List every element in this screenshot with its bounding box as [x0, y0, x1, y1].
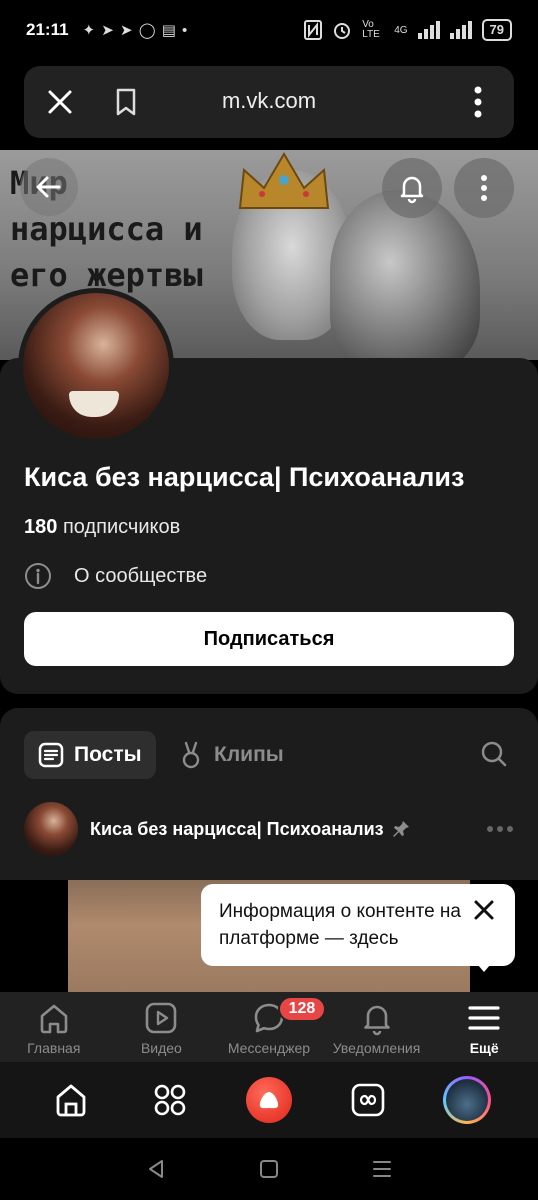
status-bar: 21:11 ✦ ➤ ➤ ◯ ▤ • Vo LTE 4G 79 [0, 0, 538, 60]
menu-icon [468, 1006, 500, 1030]
tabs-icon [351, 1083, 385, 1117]
nav-home[interactable]: Главная [0, 992, 108, 1062]
nav-notifications-label: Уведомления [332, 1040, 421, 1056]
back-button[interactable] [20, 158, 78, 216]
nav-video-label: Видео [140, 1040, 182, 1056]
nav-more[interactable]: Ещё [430, 992, 538, 1062]
more-vertical-icon [481, 175, 487, 201]
browser-bottom-bar [0, 1062, 538, 1138]
subscribe-button[interactable]: Подписаться [24, 612, 514, 666]
alice-button[interactable] [245, 1076, 293, 1124]
notifications-toggle-button[interactable] [382, 158, 442, 218]
tab-posts-label: Посты [74, 743, 142, 766]
url-field[interactable]: m.vk.com [174, 88, 364, 114]
crown-icon [238, 152, 330, 209]
network-type-label: 4G [394, 24, 408, 36]
system-nav-bar [0, 1138, 538, 1200]
bell-icon [363, 1005, 390, 1036]
nav-more-label: Ещё [469, 1040, 499, 1056]
home-icon [56, 1084, 86, 1117]
tab-clips-label: Клипы [214, 743, 284, 766]
tab-clips[interactable]: Клипы [178, 731, 284, 779]
community-avatar[interactable] [18, 288, 174, 444]
services-button[interactable] [146, 1076, 194, 1124]
profile-button[interactable] [442, 1076, 491, 1124]
battery-indicator: 79 [481, 19, 512, 41]
browser-toolbar: m.vk.com [24, 66, 514, 138]
content-info-tooltip: Информация о контенте на платформе — зде… [201, 884, 515, 966]
nav-messenger[interactable]: Мессенджер 128 [215, 992, 327, 1062]
grid-icon [154, 1084, 186, 1116]
teacup-shape [69, 391, 119, 417]
post-author-avatar[interactable] [24, 802, 78, 856]
profile-avatar [442, 1076, 491, 1124]
about-label: О сообществе [74, 564, 208, 587]
subscribers-number: 180 [24, 516, 58, 538]
tab-posts[interactable]: Посты [24, 731, 156, 779]
bookmark-icon[interactable] [110, 86, 142, 118]
tabs-button[interactable] [344, 1076, 392, 1124]
community-more-button[interactable] [454, 158, 514, 218]
posts-icon [38, 742, 64, 768]
subscribers-count[interactable]: 180 подписчиков [24, 516, 180, 539]
unread-badge: 128 [277, 996, 327, 1022]
arrow-left-icon [36, 176, 61, 198]
post-header: Киса без нарцисса| Психоанализ [24, 802, 514, 856]
about-community-link[interactable]: О сообществе [24, 562, 207, 590]
more-vertical-icon[interactable] [462, 84, 494, 120]
post-author-name[interactable]: Киса без нарцисса| Психоанализ [90, 819, 384, 840]
vk-bottom-nav: Главная Видео Мессенджер 128 Уведомления… [0, 992, 538, 1062]
nav-notifications[interactable]: Уведомления [323, 992, 431, 1062]
home-icon [40, 1004, 68, 1034]
nav-video[interactable]: Видео [108, 992, 216, 1062]
volte-label: Vo LTE [362, 19, 380, 40]
recents-icon[interactable] [371, 1158, 393, 1180]
video-icon [146, 1002, 177, 1034]
more-horizontal-icon[interactable] [486, 824, 514, 834]
search-icon[interactable] [480, 740, 508, 768]
close-icon[interactable] [472, 898, 496, 922]
close-icon[interactable] [44, 86, 76, 118]
nav-messenger-label: Мессенджер [227, 1040, 311, 1056]
nfc-icon [304, 20, 323, 40]
pin-icon [392, 821, 409, 837]
tooltip-tail [472, 958, 496, 972]
status-right: Vo LTE 4G 79 [304, 19, 512, 41]
signal-icon [417, 21, 440, 39]
alice-icon [245, 1077, 292, 1123]
avatar-image [23, 293, 169, 439]
info-icon [25, 563, 51, 589]
alarm-icon [334, 23, 351, 39]
status-time: 21:11 [26, 20, 69, 39]
nav-home-label: Главная [27, 1040, 81, 1056]
bell-icon [400, 176, 424, 204]
tooltip-text: Информация о контенте на платформе — зде… [219, 901, 461, 949]
home-square-icon[interactable] [258, 1158, 280, 1180]
signal-icon-2 [449, 21, 472, 39]
clips-icon [182, 741, 200, 769]
community-name: Киса без нарцисса| Психоанализ [24, 462, 465, 492]
back-icon[interactable] [145, 1158, 167, 1180]
subscribers-label: подписчиков [62, 516, 181, 538]
notification-icons: ✦ ➤ ➤ ◯ ▤ • [82, 22, 189, 39]
browser-home-button[interactable] [47, 1076, 95, 1124]
